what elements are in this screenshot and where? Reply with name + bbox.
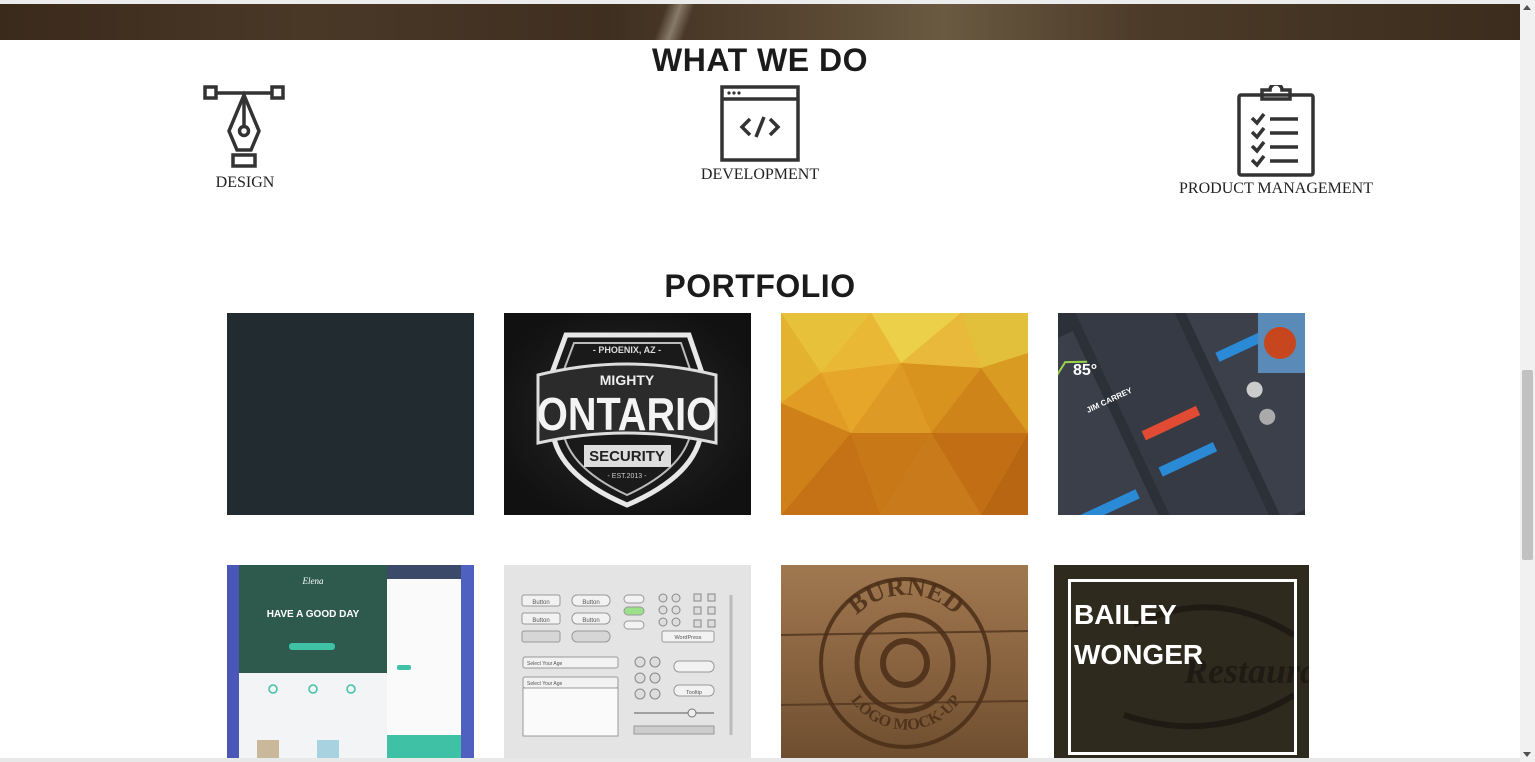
- portfolio-tile-1[interactable]: [227, 313, 474, 515]
- portfolio-tile-3[interactable]: [781, 313, 1028, 515]
- portfolio-tile-2[interactable]: - PHOENIX, AZ - MIGHTY ONTARIO SECURITY …: [504, 313, 751, 515]
- burned-logo-graphic: BURNED LOGO MOCK-UP: [781, 565, 1028, 758]
- tile-text: ONTARIO: [537, 388, 717, 440]
- horizontal-scroll-track: [0, 758, 1520, 762]
- vertical-scrollbar[interactable]: [1520, 0, 1535, 762]
- portfolio-tile-7[interactable]: BURNED LOGO MOCK-UP: [781, 565, 1028, 758]
- scrollbar-thumb[interactable]: [1522, 370, 1533, 560]
- scroll-up-arrow-icon[interactable]: [1523, 5, 1531, 10]
- ui-controls-graphic: Button Button Button Button Select Your …: [521, 593, 733, 737]
- polygon-background-graphic: [781, 313, 1028, 515]
- main-content: WHAT WE DO DESIGN DEVELOPMENT PRODUCT MA…: [0, 40, 1520, 762]
- service-label: DEVELOPMENT: [700, 166, 820, 183]
- tile-text: Button: [532, 600, 549, 606]
- tile-text: Select Your Age: [527, 661, 563, 667]
- portfolio-tile-8[interactable]: Restaurant BAILEY WONGER: [1054, 565, 1309, 758]
- portfolio-tile-6[interactable]: Button Button Button Button Select Your …: [504, 565, 751, 758]
- service-product-management[interactable]: PRODUCT MANAGEMENT: [1176, 85, 1376, 198]
- portfolio-tile-4[interactable]: 85° JIM CARREY: [1058, 313, 1305, 515]
- hero-image-strip: [0, 0, 1520, 40]
- tile-text: - PHOENIX, AZ -: [593, 345, 661, 355]
- scroll-down-arrow-icon[interactable]: [1523, 752, 1531, 757]
- code-window-icon: [720, 85, 800, 162]
- landing-page-graphic: Elena HAVE A GOOD DAY: [227, 565, 474, 758]
- tile-text: Select Your Age: [527, 681, 563, 687]
- tile-text: Button: [532, 618, 549, 624]
- tile-text: SECURITY: [589, 448, 665, 465]
- overlay-title: BAILEY WONGER: [1074, 595, 1203, 675]
- service-label: PRODUCT MANAGEMENT: [1179, 180, 1373, 197]
- services-title: WHAT WE DO: [652, 42, 868, 78]
- service-label: DESIGN: [215, 174, 275, 191]
- shield-logo-graphic: - PHOENIX, AZ - MIGHTY ONTARIO SECURITY …: [536, 332, 718, 508]
- clipboard-checklist-icon: [1237, 85, 1315, 177]
- dark-ui-kit-graphic: 85° JIM CARREY: [1058, 313, 1305, 515]
- service-development[interactable]: DEVELOPMENT: [700, 85, 820, 184]
- tile-text: 85°: [1073, 362, 1097, 379]
- tile-text: - EST.2013 -: [608, 473, 648, 480]
- tile-text: Tooltip: [686, 690, 702, 696]
- portfolio-tile-5[interactable]: Elena HAVE A GOOD DAY: [227, 565, 474, 758]
- pen-tool-icon: [203, 85, 285, 168]
- tile-text: Button: [582, 600, 599, 606]
- tile-text: MIGHTY: [600, 372, 655, 388]
- overlay-line-1: BAILEY: [1074, 599, 1177, 630]
- top-border: [0, 0, 1520, 4]
- tile-text: WordPress: [674, 635, 701, 641]
- tile-text: Button: [582, 618, 599, 624]
- overlay-line-2: WONGER: [1074, 639, 1204, 670]
- tile-text: HAVE A GOOD DAY: [267, 609, 360, 620]
- portfolio-title: PORTFOLIO: [664, 268, 856, 304]
- tile-text: Elena: [302, 576, 324, 586]
- service-design[interactable]: DESIGN: [195, 85, 295, 192]
